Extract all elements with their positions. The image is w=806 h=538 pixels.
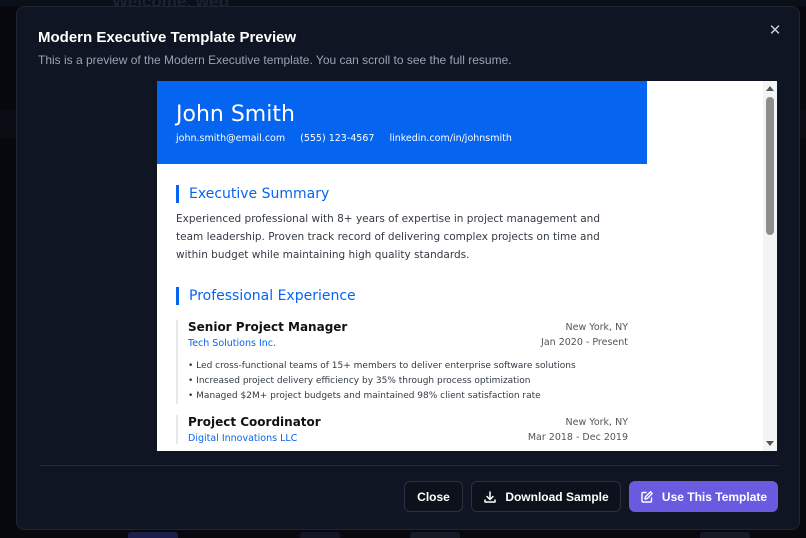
download-sample-label: Download Sample <box>505 489 609 504</box>
background-chip <box>300 532 340 538</box>
contact-phone: (555) 123-4567 <box>300 133 375 144</box>
job-bullets: • Led cross-functional teams of 15+ memb… <box>188 359 628 404</box>
scroll-thumb[interactable] <box>766 97 774 235</box>
footer-divider <box>39 465 779 466</box>
background-chip <box>128 532 178 538</box>
contact-row: john.smith@email.com (555) 123-4567 link… <box>176 133 512 144</box>
job-location: New York, NY <box>565 322 628 333</box>
contact-linkedin: linkedin.com/in/johnsmith <box>389 133 512 144</box>
background-chip <box>700 532 750 538</box>
close-button[interactable]: Close <box>404 481 463 512</box>
preview-scrollbar[interactable] <box>763 81 777 451</box>
edit-icon <box>640 490 654 504</box>
contact-email: john.smith@email.com <box>176 133 286 144</box>
job-meta: New York, NY Mar 2018 - Dec 2019 <box>528 415 628 445</box>
job-bullet: • Managed $2M+ project budgets and maint… <box>188 391 541 401</box>
use-template-button[interactable]: Use This Template <box>629 481 778 512</box>
resume-preview[interactable]: John Smith john.smith@email.com (555) 12… <box>157 81 777 451</box>
download-sample-button[interactable]: Download Sample <box>471 481 621 512</box>
job-meta: New York, NY Jan 2020 - Present <box>541 320 628 350</box>
job-location: New York, NY <box>565 417 628 428</box>
resume-header: John Smith john.smith@email.com (555) 12… <box>157 81 647 164</box>
background-chip <box>410 532 460 538</box>
scroll-up-arrow-icon[interactable] <box>766 86 774 91</box>
scroll-down-arrow-icon[interactable] <box>766 441 774 446</box>
summary-heading: Executive Summary <box>176 185 329 203</box>
job-entry: Senior Project Manager Tech Solutions In… <box>176 320 628 404</box>
close-button-label: Close <box>417 489 450 504</box>
template-preview-modal: Modern Executive Template Preview This i… <box>16 6 800 530</box>
download-icon <box>483 490 497 504</box>
modal-subtitle: This is a preview of the Modern Executiv… <box>38 53 512 67</box>
summary-text: Experienced professional with 8+ years o… <box>176 213 600 261</box>
job-bullet: • Increased project delivery efficiency … <box>188 376 531 386</box>
job-dates: Jan 2020 - Present <box>541 337 628 348</box>
modal-title: Modern Executive Template Preview <box>38 29 297 46</box>
resume-name: John Smith <box>176 102 295 127</box>
job-entry: Project Coordinator Digital Innovations … <box>176 415 628 444</box>
resume-body: Executive Summary Experienced profession… <box>157 164 647 451</box>
experience-heading: Professional Experience <box>176 287 356 305</box>
job-bullet: • Led cross-functional teams of 15+ memb… <box>188 361 576 371</box>
use-template-label: Use This Template <box>661 489 768 504</box>
job-dates: Mar 2018 - Dec 2019 <box>527 432 628 443</box>
close-icon[interactable]: ✕ <box>765 21 785 41</box>
